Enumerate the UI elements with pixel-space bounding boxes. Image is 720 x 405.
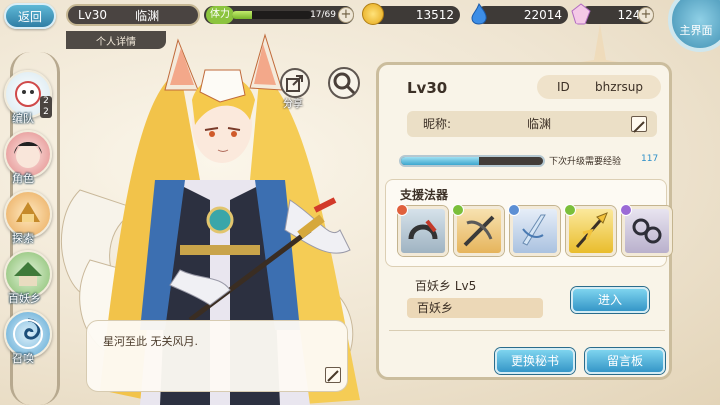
gem-icon — [508, 204, 520, 216]
nickname-label: 昵称: — [423, 117, 452, 131]
village-level: 百妖乡 Lv5 — [415, 279, 477, 293]
id-label: ID — [557, 80, 570, 94]
artifact-slot-3[interactable] — [508, 204, 560, 256]
magnifier-icon — [333, 72, 356, 95]
nickname-field: 昵称: 临渊 — [407, 111, 657, 137]
artifact-slot-2[interactable] — [452, 204, 504, 256]
change-secretary-button[interactable]: 更换秘书 — [495, 348, 575, 374]
add-stamina-button[interactable]: + — [338, 7, 354, 23]
gold-coin-icon — [362, 3, 384, 25]
blade-icon — [522, 214, 546, 246]
support-artifacts: 支援法器 — [385, 179, 672, 267]
gem-icon — [452, 204, 464, 216]
nickname-value: 临渊 — [527, 117, 552, 131]
nav-character-label: 角色 — [12, 172, 34, 185]
crystal-icon — [571, 3, 591, 25]
tab-personal-details[interactable]: 个人详情 — [66, 31, 166, 49]
ward-icon — [408, 219, 438, 240]
top-bar: 返回 Lv30 临渊 个人详情 体力 17/69 + 13512 22014 1… — [0, 0, 720, 52]
artifact-slot-1[interactable] — [396, 204, 448, 256]
artifact-slot-5[interactable] — [620, 204, 672, 256]
message-board-button[interactable]: 留言板 — [585, 348, 665, 374]
profile-panel: Lv30 ID bhzrsup 昵称: 临渊 下次升级需要经验 117 支援法器 — [376, 62, 672, 380]
enter-village-button[interactable]: 进入 — [571, 287, 649, 313]
zoom-button[interactable] — [328, 67, 360, 99]
enter-label: 进入 — [597, 293, 622, 307]
player-level-bar: Lv30 临渊 — [66, 4, 200, 26]
tab-label: 个人详情 — [96, 36, 136, 48]
share-icon — [286, 75, 303, 92]
edit-signature-icon[interactable] — [325, 367, 341, 383]
stamina-value: 17/69 — [310, 10, 336, 20]
blue-flame-icon — [471, 3, 487, 25]
nav-team-label: 编队 — [12, 112, 34, 125]
artifact-slot-4[interactable] — [564, 204, 616, 256]
xp-fill — [401, 157, 480, 165]
xp-bar — [399, 155, 545, 167]
player-level: Lv30 — [78, 8, 108, 22]
share-button[interactable] — [280, 68, 310, 98]
edit-nickname-icon[interactable] — [631, 116, 647, 133]
share-label: 分享 — [283, 99, 303, 110]
signature-dialogue: 星河至此 无关风月. — [86, 320, 348, 392]
chain-icon — [632, 218, 662, 244]
stamina-fill — [232, 11, 252, 19]
player-name: 临渊 — [135, 8, 160, 23]
signature-text: 星河至此 无关风月. — [103, 335, 198, 348]
add-crystal-button[interactable]: + — [638, 7, 654, 23]
nav-village-label: 百妖乡 — [8, 292, 41, 305]
back-label: 返回 — [17, 9, 42, 24]
xp-caption: 下次升级需要经验 — [549, 157, 622, 167]
spear-icon — [575, 212, 608, 248]
village-name: 百妖乡 — [407, 298, 543, 318]
panel-divider — [389, 330, 665, 331]
gem-icon — [396, 204, 408, 216]
gem-value: 22014 — [523, 8, 562, 22]
team-count-badge: 22 — [40, 96, 52, 118]
support-title: 支援法器 — [400, 188, 449, 202]
back-button[interactable]: 返回 — [4, 3, 56, 29]
gem-icon — [620, 204, 632, 216]
message-board-label: 留言板 — [606, 354, 643, 368]
main-menu-label: 主界面 — [679, 24, 713, 37]
profile-level: Lv30 — [407, 79, 448, 97]
side-nav: 编队 22 角色 探索 百妖乡 召唤 — [0, 52, 64, 405]
stamina-label: 体力 — [206, 6, 234, 24]
stamina-bar: 体力 17/69 — [204, 6, 354, 24]
nav-summon-label: 召唤 — [12, 352, 34, 365]
id-value: bhzrsup — [595, 80, 643, 94]
gold-value: 13512 — [415, 8, 454, 22]
game-screen: 返回 Lv30 临渊 个人详情 体力 17/69 + 13512 22014 1… — [0, 0, 720, 405]
player-id: ID bhzrsup — [537, 75, 661, 99]
change-secretary-label: 更换秘书 — [510, 354, 559, 368]
stamina-track — [232, 11, 312, 19]
crossbow-icon — [463, 215, 495, 247]
gem-icon — [564, 204, 576, 216]
main-menu-button[interactable]: 主界面 — [668, 0, 720, 52]
nav-explore-label: 探索 — [12, 232, 34, 245]
xp-remaining: 117 — [641, 154, 659, 164]
